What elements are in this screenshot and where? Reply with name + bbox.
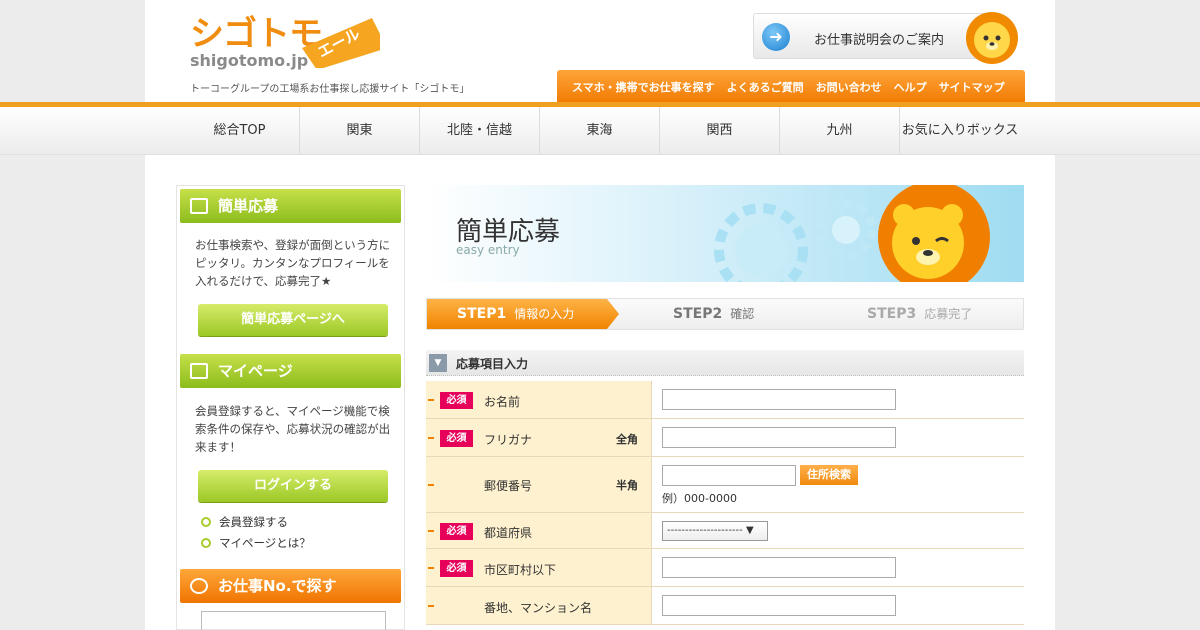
seminar-label: お仕事説明会のご案内 (814, 33, 945, 48)
banner-subtitle: easy entry (456, 243, 520, 257)
global-nav: 総合TOP 関東 北陸・信越 東海 関西 九州 お気に入りボックス (0, 107, 1200, 155)
site-tagline: トーコーグループの工場系お仕事探し応援サイト「シゴトモ」 (190, 84, 470, 95)
bullet-icon (201, 538, 211, 548)
name-label: お名前 (484, 395, 521, 409)
triangle-down-icon: ▼ (429, 354, 447, 372)
required-badge: 必須 (440, 560, 473, 577)
form-row-postal: 郵便番号 半角 住所検索 例）000-0000 (426, 457, 1024, 513)
search-icon (190, 578, 208, 594)
entry-form: 必須 お名前 必須 フリガナ 全角 郵便番号 半角 住所検索 例）000-000… (426, 381, 1024, 625)
city-input[interactable] (662, 557, 896, 578)
required-badge: 必須 (440, 392, 473, 409)
form-row-city: 必須 市区町村以下 (426, 549, 1024, 587)
id-card-icon (190, 363, 208, 379)
step-2: STEP2 確認 (673, 306, 755, 322)
required-badge: 必須 (440, 430, 473, 447)
form-section-title: 応募項目入力 (456, 357, 529, 371)
dash-icon (428, 566, 434, 569)
top-link-help[interactable]: ヘルプ (894, 79, 927, 95)
arrow-right-icon: ➜ (762, 23, 790, 51)
mypage-about-link[interactable]: マイページとは？ (201, 535, 311, 551)
furigana-label: フリガナ (484, 433, 533, 447)
top-link-sitemap[interactable]: サイトマップ (939, 79, 1005, 95)
postal-label: 郵便番号 (484, 479, 533, 493)
top-link-faq[interactable]: よくあるご質問 (727, 79, 804, 95)
postal-type-note: 半角 (616, 479, 638, 492)
mypage-heading: マイページ (180, 354, 401, 388)
dash-icon (428, 398, 434, 401)
form-row-furigana: 必須 フリガナ 全角 (426, 419, 1024, 457)
postal-input[interactable] (662, 465, 796, 486)
dash-icon (428, 483, 434, 486)
logo-domain-text: shigotomo.jp (190, 51, 309, 70)
lion-mascot-large-icon (878, 185, 990, 282)
bullet-icon (201, 517, 211, 527)
form-row-address: 番地、マンション名 (426, 587, 1024, 625)
form-row-prefecture: 必須 都道府県 --------------------- ▼ (426, 513, 1024, 549)
page-banner: 簡単応募 easy entry (426, 185, 1024, 282)
gnav-item-kansai[interactable]: 関西 (660, 107, 780, 155)
gnav-item-top[interactable]: 総合TOP (180, 107, 300, 155)
postal-hint: 例）000-0000 (662, 492, 737, 505)
sidebar: 簡単応募 お仕事検索や、登録が面倒という方にピッタリ。カンタンなプロフィールを入… (176, 185, 405, 630)
easy-entry-button[interactable]: 簡単応募ページへ (198, 304, 388, 336)
job-number-input[interactable] (201, 611, 386, 630)
easy-entry-heading: 簡単応募 (180, 189, 401, 223)
name-input[interactable] (662, 389, 896, 410)
furigana-type-note: 全角 (616, 433, 638, 446)
gnav-item-kanto[interactable]: 関東 (300, 107, 420, 155)
dash-icon (428, 436, 434, 439)
required-badge: 必須 (440, 523, 473, 540)
furigana-input[interactable] (662, 427, 896, 448)
mail-icon (190, 198, 208, 214)
top-link-contact[interactable]: お問い合わせ (816, 79, 882, 95)
address-search-button[interactable]: 住所検索 (800, 465, 858, 485)
gnav-item-kyushu[interactable]: 九州 (780, 107, 900, 155)
dash-icon (428, 604, 434, 607)
step-3: STEP3 応募完了 (867, 306, 973, 322)
job-number-search-heading: お仕事No.で探す (180, 569, 401, 603)
register-link[interactable]: 会員登録する (201, 514, 288, 530)
dash-icon (428, 529, 434, 532)
step-1-current: STEP1 情報の入力 (427, 299, 619, 329)
prefecture-select[interactable]: --------------------- ▼ (662, 521, 768, 541)
city-label: 市区町村以下 (484, 563, 557, 577)
prefecture-label: 都道府県 (484, 526, 533, 540)
mypage-text: 会員登録すると、マイページ機能で検索条件の保存や、応募状況の確認が出来ます！ (195, 404, 391, 454)
top-links-bar: スマホ・携帯でお仕事を探す よくあるご質問 お問い合わせ ヘルプ サイトマップ (557, 70, 1025, 104)
gnav-item-hokuriku[interactable]: 北陸・信越 (420, 107, 540, 155)
address-label: 番地、マンション名 (484, 601, 593, 615)
form-section-heading: ▼ 応募項目入力 (426, 350, 1024, 376)
gnav-item-favorites[interactable]: お気に入りボックス (900, 107, 1020, 155)
login-button[interactable]: ログインする (198, 470, 388, 502)
lion-mascot-icon (966, 12, 1018, 64)
address-input[interactable] (662, 595, 896, 616)
gnav-item-tokai[interactable]: 東海 (540, 107, 660, 155)
easy-entry-text: お仕事検索や、登録が面倒という方にピッタリ。カンタンなプロフィールを入れるだけで… (195, 238, 391, 288)
top-link-mobile[interactable]: スマホ・携帯でお仕事を探す (572, 79, 715, 95)
step-indicator: STEP1 情報の入力 STEP2 確認 STEP3 応募完了 (426, 298, 1024, 330)
form-row-name: 必須 お名前 (426, 381, 1024, 419)
